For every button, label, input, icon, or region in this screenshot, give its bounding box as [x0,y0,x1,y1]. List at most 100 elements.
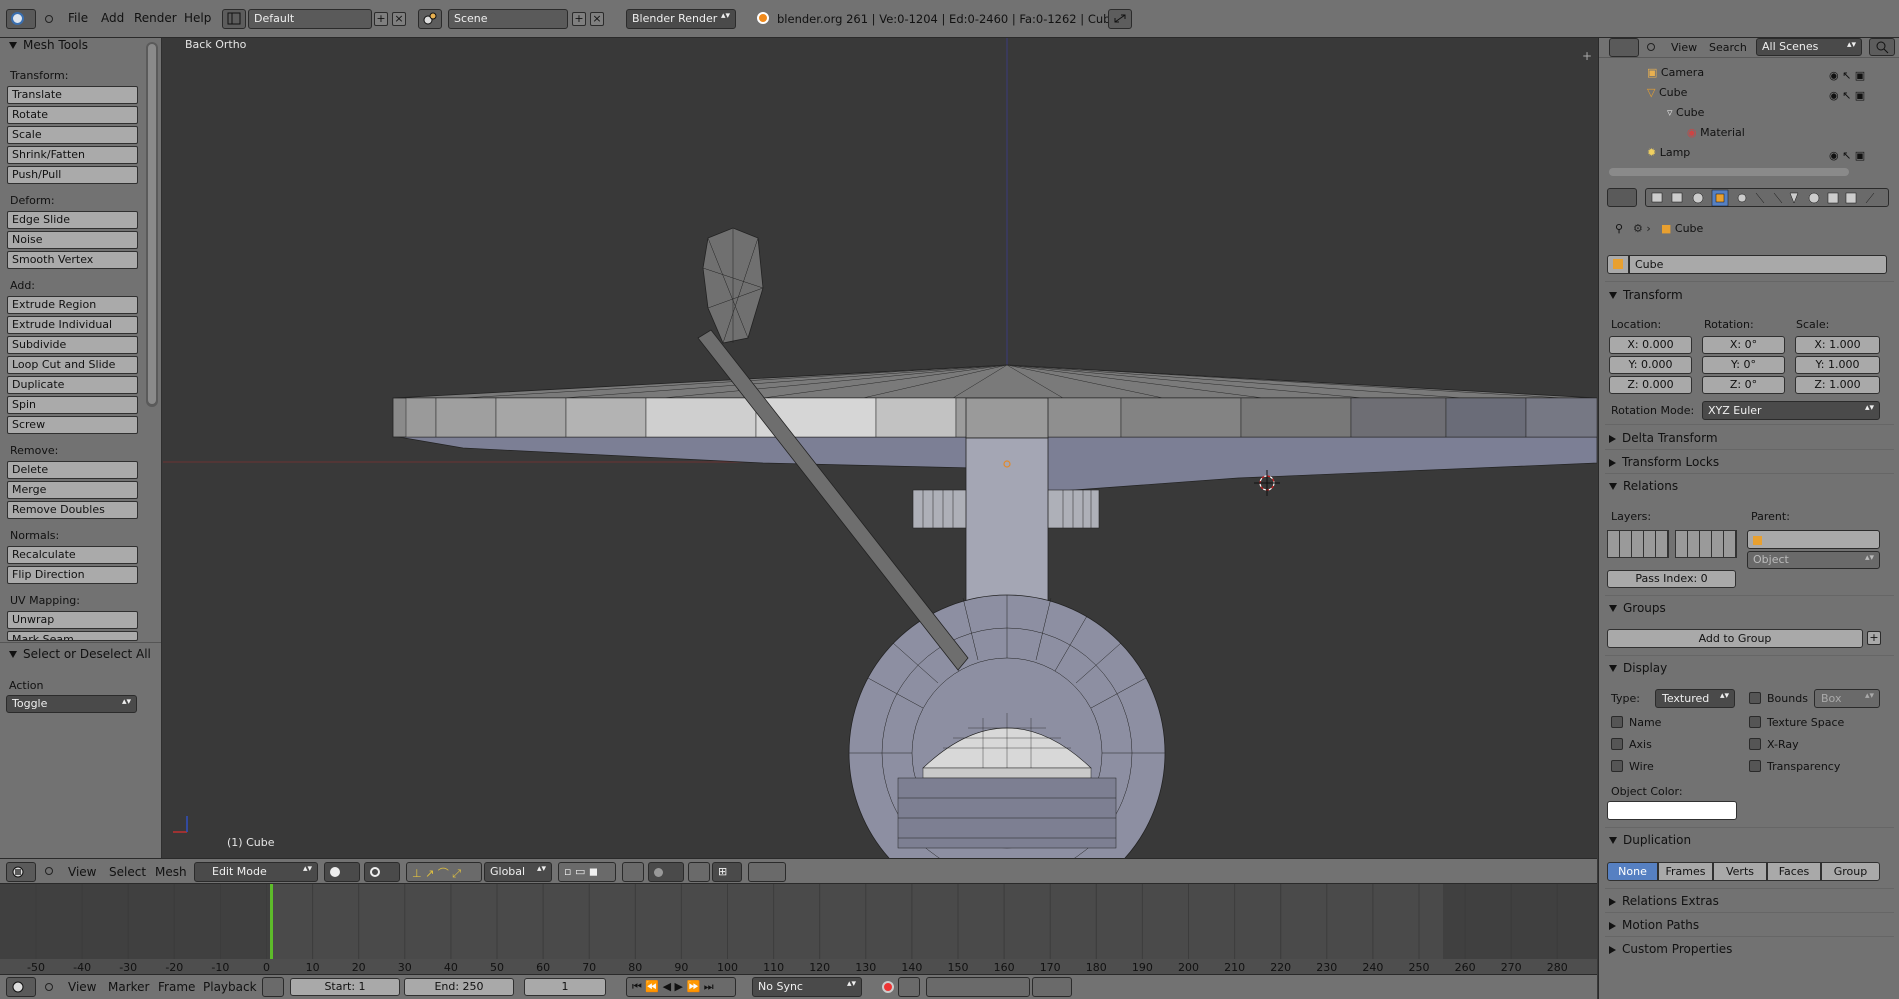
manipulator-toggles[interactable]: ⊥ ↗ ⌒ ⤢ [406,862,482,882]
texture-space-checkbox[interactable] [1749,716,1761,728]
keying-set-field[interactable] [926,977,1030,997]
subdivide-button[interactable]: Subdivide [7,336,138,354]
merge-button[interactable]: Merge [7,481,138,499]
occlude-geometry-icon[interactable] [622,862,644,882]
dup-group-button[interactable]: Group [1821,862,1880,881]
transform-locks-panel-header[interactable]: Transform Locks [1609,455,1719,469]
shrink-fatten-button[interactable]: Shrink/Fatten [7,146,138,164]
start-frame-field[interactable]: Start: 1 [290,978,400,996]
menu-playback[interactable]: Playback [203,980,257,994]
pass-index-field[interactable]: Pass Index: 0 [1607,570,1736,588]
rotation-z-field[interactable]: Z: 0° [1702,376,1785,394]
parent-field[interactable] [1747,530,1880,549]
auto-keying-record-icon[interactable] [882,981,894,993]
editor-type-properties-icon[interactable] [1607,188,1637,207]
pin-icon[interactable]: ⚲ [1615,222,1623,235]
parent-type-select[interactable]: Object ▴▾ [1747,551,1880,569]
flip-direction-button[interactable]: Flip Direction [7,566,138,584]
toolshelf-scrollbar[interactable] [146,42,158,407]
scale-button[interactable]: Scale [7,126,138,144]
mesh-model-view[interactable]: + [163,38,1597,858]
add-layout-icon[interactable]: + [374,12,388,26]
context-tabs[interactable] [1645,188,1889,207]
location-y-field[interactable]: Y: 0.000 [1609,356,1692,374]
add-to-group-button[interactable]: Add to Group [1607,629,1863,648]
render-buttons[interactable] [748,862,786,882]
select-mode-buttons[interactable]: ▫ ▭ ◼ [558,862,616,882]
translate-button[interactable]: Translate [7,86,138,104]
mode-select[interactable]: Edit Mode ▴▾ [194,862,318,882]
transparency-checkbox[interactable] [1749,760,1761,772]
snap-toggle-icon[interactable] [688,862,710,882]
remove-scene-icon[interactable]: × [590,12,604,26]
motion-paths-panel-header[interactable]: Motion Paths [1609,918,1699,932]
collapse-menus-icon[interactable] [45,983,53,991]
current-frame-field[interactable]: 1 [524,978,606,996]
bounds-type-select[interactable]: Box ▴▾ [1814,689,1880,708]
duplicate-button[interactable]: Duplicate [7,376,138,394]
menu-file[interactable]: File [68,11,88,25]
preview-range-icon[interactable] [262,977,284,997]
3d-viewport[interactable]: Back Ortho (1) Cube + [163,38,1597,858]
location-z-field[interactable]: Z: 0.000 [1609,376,1692,394]
recalculate-button[interactable]: Recalculate [7,546,138,564]
smooth-vertex-button[interactable]: Smooth Vertex [7,251,138,269]
extrude-individual-button[interactable]: Extrude Individual [7,316,138,334]
push-pull-button[interactable]: Push/Pull [7,166,138,184]
unwrap-button[interactable]: Unwrap [7,611,138,629]
axis-checkbox[interactable] [1611,738,1623,750]
menu-mesh[interactable]: Mesh [155,865,187,879]
menu-render[interactable]: Render [134,11,177,25]
menu-select[interactable]: Select [109,865,146,879]
editor-type-button[interactable] [6,9,36,29]
outliner-item-cube[interactable]: ▽ Cube [1647,86,1687,99]
delta-transform-panel-header[interactable]: Delta Transform [1609,431,1718,445]
object-color-swatch[interactable] [1607,801,1737,820]
end-frame-field[interactable]: End: 250 [404,978,514,996]
new-group-icon[interactable]: + [1867,631,1881,645]
edge-slide-button[interactable]: Edge Slide [7,211,138,229]
snap-element-select[interactable]: ⊞ [712,862,742,882]
outliner-item-camera[interactable]: ▣ Camera [1647,66,1704,79]
scene-icon[interactable] [418,9,442,29]
name-checkbox[interactable] [1611,716,1623,728]
orientation-select[interactable]: Global ▴▾ [484,862,552,882]
outliner-item-material[interactable]: ◉ Material [1687,126,1745,139]
sync-mode-select[interactable]: No Sync ▴▾ [752,977,862,997]
menu-add[interactable]: Add [101,11,124,25]
action-select[interactable]: Toggle ▴▾ [6,695,137,713]
groups-panel-header[interactable]: Groups [1609,601,1666,615]
editor-type-3dview-icon[interactable] [6,862,36,882]
menu-search[interactable]: Search [1709,41,1747,54]
proportional-edit-select[interactable] [648,862,684,882]
relations-extras-panel-header[interactable]: Relations Extras [1609,894,1719,908]
loop-cut-button[interactable]: Loop Cut and Slide [7,356,138,374]
spin-button[interactable]: Spin [7,396,138,414]
transform-panel-header[interactable]: Transform [1609,288,1683,302]
dup-none-button[interactable]: None [1607,862,1658,881]
keying-set-icon[interactable] [898,977,920,997]
rotation-y-field[interactable]: Y: 0° [1702,356,1785,374]
dup-frames-button[interactable]: Frames [1658,862,1713,881]
fullscreen-toggle-icon[interactable] [1108,9,1132,29]
display-filter-select[interactable]: All Scenes ▴▾ [1756,38,1862,56]
menu-marker[interactable]: Marker [108,980,149,994]
dup-verts-button[interactable]: Verts [1713,862,1767,881]
menu-frame[interactable]: Frame [158,980,195,994]
noise-button[interactable]: Noise [7,231,138,249]
timeline-ruler[interactable]: -50 -40 -30 -20 -10 0 10 20 30 40 50 60 70 80 90 100 110… [0,884,1597,974]
bounds-checkbox[interactable] [1749,692,1761,704]
add-scene-icon[interactable]: + [572,12,586,26]
rotation-mode-select[interactable]: XYZ Euler ▴▾ [1702,401,1880,420]
layers-grid-left[interactable] [1607,530,1669,558]
duplication-panel-header[interactable]: Duplication [1609,833,1691,847]
layers-grid-right[interactable] [1675,530,1737,558]
menu-view[interactable]: View [68,865,96,879]
render-engine-select[interactable]: Blender Render ▴▾ [626,9,736,29]
operator-panel-header[interactable]: Select or Deselect All [9,647,151,661]
custom-properties-panel-header[interactable]: Custom Properties [1609,942,1732,956]
search-icon[interactable] [1869,38,1895,56]
editor-type-timeline-icon[interactable] [6,977,36,997]
pivot-point-select[interactable] [364,862,400,882]
editor-type-outliner-icon[interactable] [1609,38,1639,57]
